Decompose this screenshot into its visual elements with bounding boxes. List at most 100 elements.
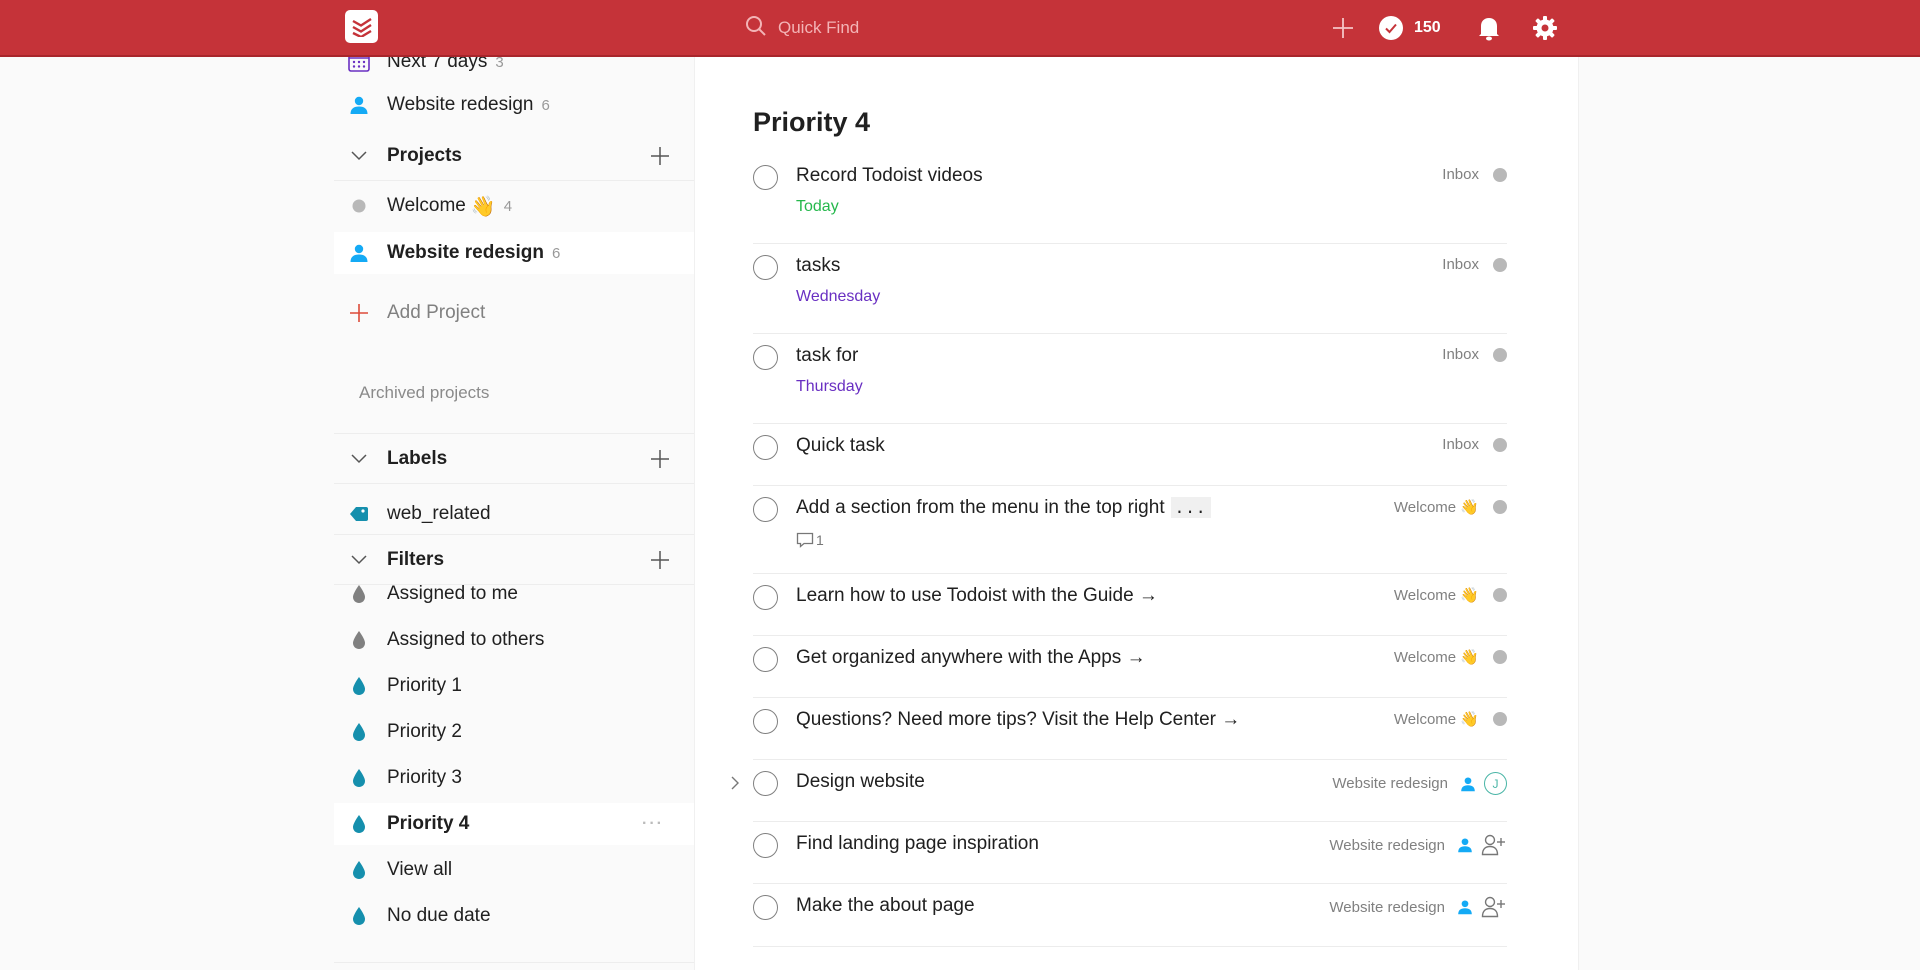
waving-hand-emoji: 👋 <box>1460 711 1479 728</box>
task-checkbox[interactable] <box>753 895 778 920</box>
task-project-link[interactable]: Inbox <box>1442 436 1479 453</box>
task-row[interactable]: Get organized anywhere with the Apps → We… <box>753 636 1507 698</box>
chevron-down-icon[interactable] <box>348 453 370 464</box>
sidebar-item-filter-assigned-to-others[interactable]: Assigned to others <box>334 619 694 661</box>
task-checkbox[interactable] <box>753 585 778 610</box>
waving-hand-emoji: 👋 <box>1460 649 1479 666</box>
sidebar-item-website-redesign-shared[interactable]: Website redesign 6 <box>334 84 694 126</box>
chevron-down-icon[interactable] <box>348 554 370 565</box>
task-meta: Welcome 👋 <box>1394 648 1507 666</box>
assignee-avatar[interactable]: J <box>1484 772 1507 795</box>
task-checkbox[interactable] <box>753 345 778 370</box>
task-project-link[interactable]: Inbox <box>1442 256 1479 273</box>
more-options-button[interactable]: ··· <box>642 815 664 833</box>
chevron-right-icon[interactable] <box>731 776 740 795</box>
task-project-link[interactable]: Inbox <box>1442 346 1479 363</box>
task-content[interactable]: Record Todoist videos <box>796 165 983 187</box>
person-icon <box>348 94 370 116</box>
task-project-link[interactable]: Inbox <box>1442 166 1479 183</box>
task-project-link[interactable]: Website redesign <box>1332 775 1448 792</box>
task-checkbox[interactable] <box>753 647 778 672</box>
task-checkbox[interactable] <box>753 497 778 522</box>
sidebar-item-label: Welcome <box>387 195 466 216</box>
task-project-link[interactable]: Welcome 👋 <box>1394 710 1479 728</box>
archived-projects-link[interactable]: Archived projects <box>359 383 489 403</box>
task-content[interactable]: Find landing page inspiration <box>796 833 1039 855</box>
sidebar-item-project-welcome[interactable]: Welcome 👋 4 <box>334 185 694 227</box>
add-project-plus-icon[interactable] <box>650 146 670 171</box>
task-content-text: task for <box>796 345 859 366</box>
waving-hand-emoji: 👋 <box>470 195 496 218</box>
sidebar-item-label: Website redesign <box>387 242 544 263</box>
sidebar-item-filter-priority-3[interactable]: Priority 3 <box>334 757 694 799</box>
sidebar-item-count: 4 <box>503 197 513 215</box>
sidebar-item-filter-no-due-date[interactable]: No due date <box>334 895 694 937</box>
task-content-text: Design website <box>796 771 925 792</box>
task-content[interactable]: Add a section from the menu in the top r… <box>796 497 1211 519</box>
add-label-plus-icon[interactable] <box>650 449 670 474</box>
notifications-button[interactable] <box>1477 15 1501 41</box>
sidebar-item-label: Assigned to me <box>387 583 518 604</box>
due-date[interactable]: Thursday <box>796 378 863 396</box>
task-row[interactable]: Make the about page Website redesign <box>753 884 1507 947</box>
task-content[interactable]: Get organized anywhere with the Apps → <box>796 647 1146 669</box>
sidebar-item-filter-priority-1[interactable]: Priority 1 <box>334 665 694 707</box>
sidebar-item-label: Next 7 days <box>387 57 488 72</box>
task-project-link[interactable]: Website redesign <box>1329 837 1445 854</box>
sidebar-item-filter-view-all[interactable]: View all <box>334 849 694 891</box>
due-date[interactable]: Today <box>796 198 839 216</box>
task-row[interactable]: Add a section from the menu in the top r… <box>753 486 1507 574</box>
task-content[interactable]: Learn how to use Todoist with the Guide … <box>796 585 1158 607</box>
task-meta: Inbox <box>1442 166 1507 183</box>
assign-user-button[interactable] <box>1481 896 1507 918</box>
task-project-link[interactable]: Website redesign <box>1329 899 1445 916</box>
settings-button[interactable] <box>1531 14 1559 42</box>
sidebar-item-filter-priority-4[interactable]: Priority 4 ··· <box>334 803 694 845</box>
task-checkbox[interactable] <box>753 255 778 280</box>
quick-add-button[interactable] <box>1330 15 1356 41</box>
assign-user-button[interactable] <box>1481 834 1507 856</box>
task-checkbox[interactable] <box>753 435 778 460</box>
sidebar-item-project-website-redesign[interactable]: Website redesign 6 <box>334 232 694 274</box>
comments-indicator[interactable]: 1 <box>796 532 824 548</box>
task-row[interactable]: Questions? Need more tips? Visit the Hel… <box>753 698 1507 760</box>
task-row[interactable]: Record Todoist videos Today Inbox <box>753 154 1507 244</box>
task-row[interactable]: tasks Wednesday Inbox <box>753 244 1507 334</box>
sidebar-item-next-7-days[interactable]: Next 7 days 3 <box>334 57 694 83</box>
task-checkbox[interactable] <box>753 165 778 190</box>
add-project-button[interactable]: Add Project <box>334 292 694 334</box>
task-project-link[interactable]: Welcome 👋 <box>1394 586 1479 604</box>
due-date[interactable]: Wednesday <box>796 288 880 306</box>
sidebar-item-filter-assigned-to-me[interactable]: Assigned to me <box>334 573 694 615</box>
add-filter-plus-icon[interactable] <box>650 550 670 575</box>
task-content[interactable]: Questions? Need more tips? Visit the Hel… <box>796 709 1240 731</box>
task-row[interactable]: Design website Website redesign J <box>731 760 1507 822</box>
task-project-link[interactable]: Welcome 👋 <box>1394 498 1479 516</box>
task-content[interactable]: Design website <box>796 771 925 793</box>
task-content[interactable]: Quick task <box>796 435 885 457</box>
filter-drop-icon <box>348 905 370 927</box>
quick-find-search[interactable]: Quick Find <box>744 14 859 42</box>
task-project-link[interactable]: Welcome 👋 <box>1394 648 1479 666</box>
task-content[interactable]: task for <box>796 345 858 367</box>
todoist-logo-icon[interactable] <box>345 10 378 43</box>
task-project-name: Inbox <box>1442 346 1479 363</box>
task-project-name: Welcome <box>1393 499 1457 516</box>
task-row[interactable]: Quick task Inbox <box>753 424 1507 486</box>
task-project-name: Welcome <box>1393 587 1457 604</box>
task-row[interactable]: Find landing page inspiration Website red… <box>753 822 1507 884</box>
labels-title: Labels <box>387 447 448 469</box>
task-content[interactable]: Make the about page <box>796 895 975 917</box>
sidebar-item-filter-priority-2[interactable]: Priority 2 <box>334 711 694 753</box>
task-row[interactable]: task for Thursday Inbox <box>753 334 1507 424</box>
task-row[interactable]: Learn how to use Todoist with the Guide … <box>753 574 1507 636</box>
task-content-text: Find landing page inspiration <box>796 833 1039 854</box>
task-content[interactable]: tasks <box>796 255 840 277</box>
task-checkbox[interactable] <box>753 771 778 796</box>
task-checkbox[interactable] <box>753 709 778 734</box>
search-placeholder[interactable]: Quick Find <box>778 18 859 38</box>
chevron-down-icon[interactable] <box>348 150 370 161</box>
karma-button[interactable]: 150 <box>1378 15 1441 41</box>
task-checkbox[interactable] <box>753 833 778 858</box>
sidebar-item-label-web-related[interactable]: web_related <box>334 493 694 535</box>
